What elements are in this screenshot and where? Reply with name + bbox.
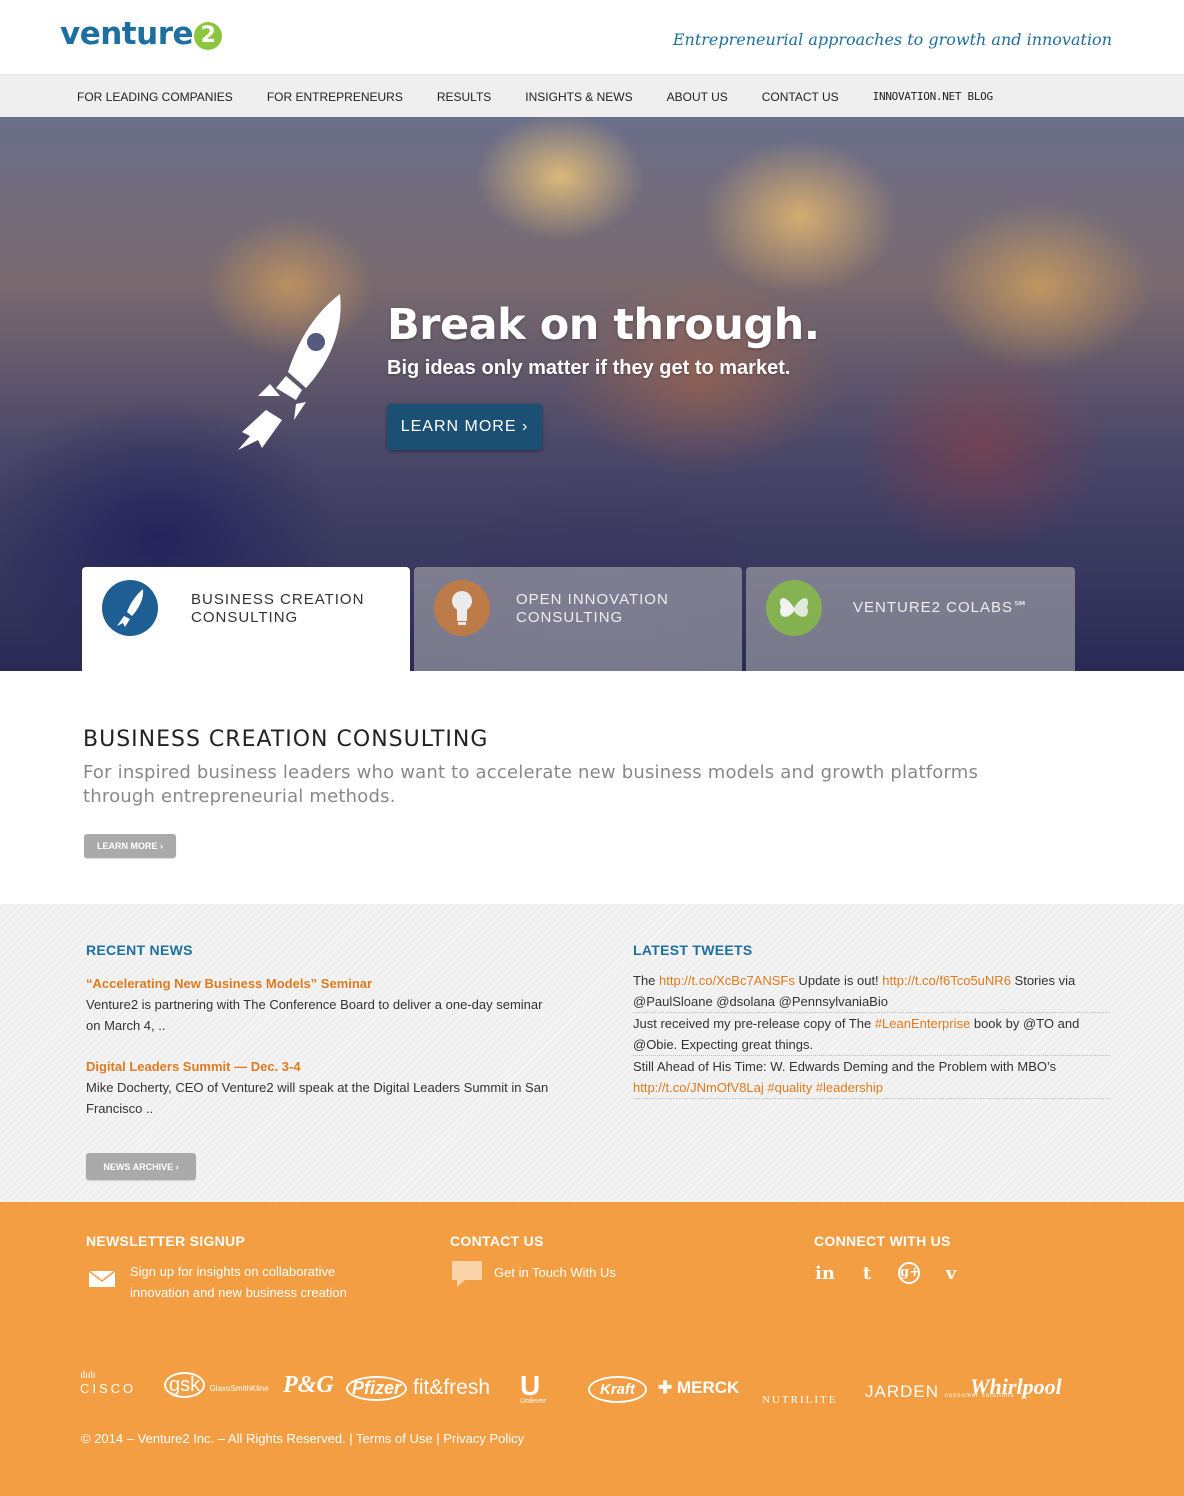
site-logo[interactable]: venture 2 [60,16,223,52]
nav-item-blog[interactable]: INNOVATION.NET BLOG [873,90,993,104]
tweet-link[interactable]: http://t.co/f6Tco5uNR6 [882,973,1011,988]
logo-cisco: ılıılı CISCO [80,1370,137,1396]
recent-news-title: RECENT NEWS [86,942,193,958]
section-title: BUSINESS CREATION CONSULTING [83,727,489,752]
contact-title: CONTACT US [450,1233,544,1249]
logo-gsk: gsk GlaxoSmithKline [164,1372,269,1398]
tweet-text: Still Ahead of His Time: W. Edwards Demi… [633,1059,1057,1074]
nav-item-leading-companies[interactable]: FOR LEADING COMPANIES [77,90,233,104]
speech-bubble-icon [452,1261,482,1287]
nav-item-about-us[interactable]: ABOUT US [667,90,728,104]
logo-nutrilite: NUTRILITE [762,1394,838,1406]
site-header: venture 2 Entrepreneurial approaches to g… [0,0,1184,74]
tweet-list: The http://t.co/XcBc7ANSFs Update is out… [633,970,1110,1099]
tweet-text: Just received my pre-release copy of The [633,1016,875,1031]
tab-open-innovation[interactable]: OPEN INNOVATION CONSULTING [414,567,742,671]
service-tabs: BUSINESS CREATION CONSULTING OPEN INNOVA… [82,567,1075,671]
connect-title: CONNECT WITH US [814,1233,951,1249]
logo-whirlpool: Whirlpool [970,1374,1062,1399]
tab-label: VENTURE2 COLABS℠ [853,599,1030,616]
tweet-link[interactable]: http://t.co/XcBc7ANSFs [659,973,795,988]
section-learn-more-button[interactable]: LEARN MORE › [84,834,176,858]
nav-item-insights-news[interactable]: INSIGHTS & NEWS [525,90,632,104]
logo-text: Unilever [520,1398,546,1405]
newsletter-signup-link[interactable]: Sign up for insights on collaborative in… [130,1261,370,1303]
logo-pfizer: Pfizer [346,1376,408,1401]
tweet-link[interactable]: #LeanEnterprise [875,1016,970,1031]
logo-text: gsk [164,1372,206,1398]
logo-merck: ✚ MERCK [658,1378,740,1397]
client-logos: ılıılı CISCO gsk GlaxoSmithKline P&G Pfiz… [80,1370,1062,1414]
hero-subtitle: Big ideas only matter if they get to mar… [387,357,791,379]
latest-tweets-title: LATEST TWEETS [633,942,753,958]
tab-colabs[interactable]: VENTURE2 COLABS℠ [746,567,1075,671]
rocket-icon [102,580,158,636]
logo-text: JARDEN [865,1382,940,1401]
section-description: For inspired business leaders who want t… [83,762,979,807]
hero-title: Break on through. [387,300,820,350]
logo-kraft: Kraft [588,1376,648,1403]
social-links: in t g+ v [814,1262,962,1284]
hero-learn-more-button[interactable]: LEARN MORE › [387,404,542,450]
envelope-icon [88,1270,116,1288]
nav-item-results[interactable]: RESULTS [437,90,491,104]
tab-label: BUSINESS CREATION CONSULTING [191,591,365,626]
tab-business-creation[interactable]: BUSINESS CREATION CONSULTING [82,567,410,671]
tweet-item: Still Ahead of His Time: W. Edwards Demi… [633,1056,1110,1099]
news-item-body: Venture2 is partnering with The Conferen… [86,997,543,1033]
logo-pg: P&G [283,1372,334,1398]
logo-badge: 2 [194,22,223,50]
linkedin-icon[interactable]: in [814,1263,836,1284]
tweet-item: Just received my pre-release copy of The… [633,1013,1110,1056]
twitter-icon[interactable]: t [856,1263,878,1284]
vimeo-icon[interactable]: v [940,1263,962,1284]
contact-link[interactable]: Get in Touch With Us [494,1262,616,1283]
main-nav: FOR LEADING COMPANIES FOR ENTREPRENEURS … [0,74,1184,117]
lightbulb-icon [434,580,490,636]
tweet-text: Update is out! [794,973,883,988]
google-plus-icon[interactable]: g+ [898,1262,920,1284]
news-item-body: Mike Docherty, CEO of Venture2 will spea… [86,1080,549,1116]
copyright-text: © 2014 – Venture2 Inc. – All Rights Rese… [81,1431,525,1446]
tab-label: OPEN INNOVATION CONSULTING [516,591,669,626]
news-item-title[interactable]: “Accelerating New Business Models” Semin… [86,976,372,991]
logo-text: MERCK [676,1378,740,1397]
hero-banner: Break on through. Big ideas only matter … [0,117,1184,671]
tagline: Entrepreneurial approaches to growth and… [672,30,1112,49]
nav-item-contact-us[interactable]: CONTACT US [762,90,839,104]
news-tweets-area: RECENT NEWS “Accelerating New Business M… [0,904,1184,1202]
logo-text: GlaxoSmithKline [209,1384,269,1393]
nav-item-entrepreneurs[interactable]: FOR ENTREPRENEURS [267,90,403,104]
logo-fit-fresh: fit&fresh [413,1376,491,1399]
news-archive-button[interactable]: NEWS ARCHIVE › [86,1153,196,1180]
tweet-text: The [633,973,660,988]
butterfly-icon [766,580,822,636]
news-item-title[interactable]: Digital Leaders Summit — Dec. 3-4 [86,1059,301,1074]
rocket-icon [238,294,341,450]
logo-unilever: U Unilever [520,1370,546,1405]
logo-text: venture [60,16,194,52]
service-description: BUSINESS CREATION CONSULTING For inspire… [0,671,1184,904]
logo-text: CISCO [80,1381,137,1396]
newsletter-title: NEWSLETTER SIGNUP [86,1233,246,1249]
tweet-item: The http://t.co/XcBc7ANSFs Update is out… [633,970,1110,1013]
tweet-link[interactable]: http://t.co/JNmOfV8Laj #quality #leaders… [633,1080,883,1095]
site-footer: NEWSLETTER SIGNUP Sign up for insights o… [0,1202,1184,1496]
